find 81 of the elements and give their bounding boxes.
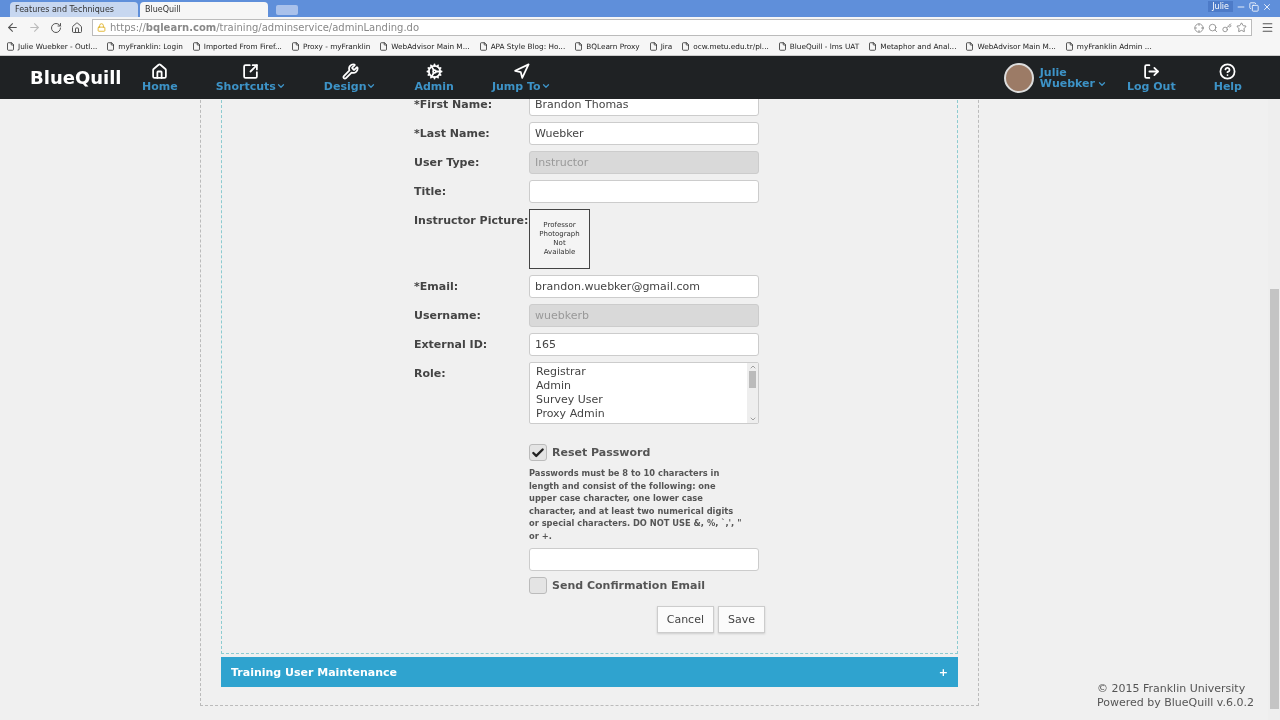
list-option[interactable]: Registrar (536, 365, 741, 379)
field-label: Instructor Picture: (414, 213, 529, 227)
page-icon (574, 42, 584, 51)
scroll-up-icon[interactable] (748, 363, 757, 371)
checkbox-label: Send Confirmation Email (552, 579, 706, 592)
caret-icon (275, 81, 286, 91)
password-rules: Passwords must be 8 to 10 characters in length and consist of the following: one upper case character, one lower case character, and at least two numerical digits or special characters. DO NOT USE &, %, `,', " or +. (529, 467, 743, 542)
page-icon (191, 42, 201, 51)
nav-item[interactable]: Admin (414, 62, 454, 93)
page-icon (106, 42, 116, 51)
input-field[interactable] (529, 180, 759, 203)
checkbox[interactable] (529, 444, 547, 461)
location-icon[interactable] (1194, 22, 1204, 33)
restore-icon[interactable] (1249, 1, 1259, 12)
logo: BlueQuill (30, 67, 123, 88)
page-icon (681, 42, 691, 51)
forward-icon[interactable] (28, 21, 41, 34)
page-icon (965, 42, 975, 51)
page-icon (6, 42, 15, 51)
field-label: External ID: (414, 337, 489, 351)
lock-icon (97, 23, 106, 32)
page-icon (379, 42, 389, 51)
page-icon (290, 42, 300, 51)
nav-item[interactable]: Shortcuts (215, 62, 286, 93)
field-label: Title: (414, 184, 448, 198)
nav-item[interactable]: Jump To (491, 62, 551, 93)
page-icon (777, 42, 787, 51)
caret-icon (540, 81, 551, 91)
nav-item[interactable]: Design (323, 62, 377, 93)
field-label: Username: (414, 308, 482, 322)
star-icon[interactable] (1236, 22, 1247, 33)
user-menu[interactable]: Julie Wuebker (1039, 66, 1095, 89)
input-field[interactable]: Brandon Thomas (529, 99, 759, 116)
page-icon (478, 42, 488, 51)
input-field[interactable]: 165 (529, 333, 759, 356)
checkbox[interactable] (529, 577, 547, 594)
field-label: User Type: (414, 155, 481, 169)
page-icon (648, 42, 658, 51)
key-icon[interactable] (1222, 22, 1232, 33)
help-link[interactable]: Help (1213, 62, 1242, 93)
logout-icon (1142, 62, 1160, 80)
field-label: *First Name: (414, 99, 494, 111)
scrollbar[interactable] (747, 363, 758, 423)
input-field[interactable]: brandon.wuebker@gmail.com (529, 275, 759, 298)
reload-icon[interactable] (50, 21, 62, 34)
browser-tab[interactable]: BlueQuill (140, 2, 268, 17)
footer-text: © 2015 Franklin University (1096, 682, 1247, 696)
list-option[interactable]: Admin (536, 379, 741, 393)
wrench-icon (341, 62, 359, 80)
house-icon (151, 62, 169, 80)
field-label: *Last Name: (414, 126, 491, 140)
page-icon (1064, 42, 1074, 51)
footer-text: Powered by BlueQuill v.6.0.2 (1096, 696, 1254, 710)
scroll-down-icon[interactable] (748, 415, 757, 423)
browser-tab[interactable]: Features and Techniques (10, 2, 138, 17)
home-icon[interactable] (71, 21, 83, 34)
checkbox-label: Reset Password (552, 446, 651, 459)
list-option[interactable]: Proxy Admin (536, 407, 741, 421)
form-button[interactable]: Save (718, 606, 765, 633)
gear-icon (425, 62, 443, 80)
list-option[interactable]: Survey User (536, 393, 741, 407)
external-link-icon (242, 62, 260, 80)
form-button[interactable]: Cancel (656, 606, 714, 633)
password-field[interactable] (529, 548, 759, 571)
close-icon[interactable] (1262, 1, 1272, 12)
field-label: Role: (414, 366, 447, 380)
page-icon (868, 42, 878, 51)
avatar[interactable] (1003, 62, 1034, 93)
menu-icon[interactable] (1261, 21, 1274, 34)
url-text: https://bqlearn.com/training/adminservice/adminLanding.do (110, 22, 420, 33)
address-bar[interactable]: https://bqlearn.com/training/adminservice/adminLanding.do (92, 19, 1252, 36)
caret-icon (366, 81, 377, 91)
help-icon (1219, 62, 1237, 80)
back-icon[interactable] (6, 21, 19, 34)
arrow-icon (512, 62, 530, 80)
logout-link[interactable]: Log Out (1126, 62, 1176, 93)
profile-name: Julie (1208, 1, 1233, 12)
field-label: *Email: (414, 279, 460, 293)
nav-item[interactable]: Home (142, 62, 178, 93)
input-field[interactable]: Wuebker (529, 122, 759, 145)
search-icon[interactable] (1208, 22, 1218, 33)
